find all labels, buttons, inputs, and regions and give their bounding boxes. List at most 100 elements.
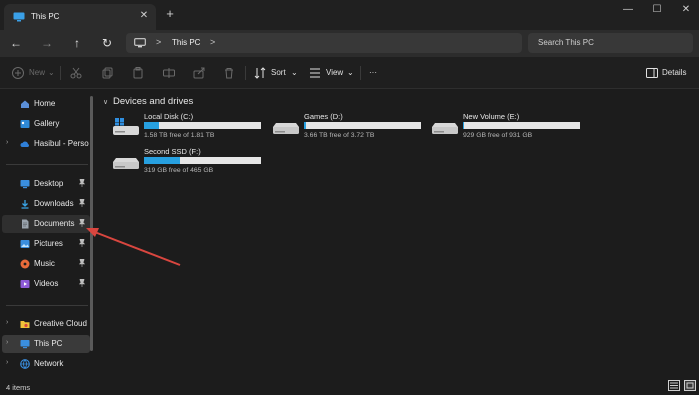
drive-free-space: 3.66 TB free of 3.72 TB [304,132,375,139]
chevron-right-icon[interactable]: › [6,139,8,146]
drive-item[interactable]: Local Disk (C:) 1.58 TB free of 1.81 TB [112,112,262,146]
share-icon[interactable] [192,66,206,80]
sidebar-item-creative-cloud[interactable]: › Creative Cloud Files [2,315,90,333]
tab-title: This PC [31,12,60,21]
view-icon [310,68,320,78]
sidebar-item-gallery[interactable]: Gallery [2,115,90,133]
pictures-icon [20,240,30,248]
new-button[interactable]: New [29,66,45,80]
section-title: Devices and drives [113,96,194,107]
refresh-button[interactable]: ↻ [99,35,115,51]
hard-drive-icon [432,123,458,134]
details-button[interactable]: Details [662,66,686,80]
drive-usage-bar [463,122,580,129]
sidebar-item-label: Hasibul - Personal [34,139,89,148]
drive-name: New Volume (E:) [463,112,520,121]
drive-free-space: 319 GB free of 465 GB [144,167,214,174]
pin-icon[interactable] [79,219,85,227]
search-box[interactable]: Search This PC [528,33,693,53]
divider [60,66,61,80]
drive-usage-fill [144,122,160,129]
drive-name: Second SSD (F:) [144,147,201,156]
item-count: 4 items [6,383,31,392]
divider [6,305,88,306]
large-icons-view-icon[interactable] [684,380,696,391]
sidebar-item-this-pc[interactable]: › This PC [2,335,90,353]
delete-icon[interactable] [222,66,236,80]
pin-icon[interactable] [79,199,85,207]
back-button[interactable]: ← [8,35,24,51]
drive-item[interactable]: Games (D:) 3.66 TB free of 3.72 TB [272,112,422,146]
pin-icon[interactable] [79,279,85,287]
maximize-button[interactable]: ☐ [646,3,668,17]
title-bar: This PC ✕ + — ☐ ✕ [0,0,699,30]
sidebar-item-pictures[interactable]: Pictures [2,235,90,253]
copy-icon[interactable] [101,66,115,80]
creative-cloud-icon [20,321,30,328]
chevron-down-icon: ⌄ [291,68,298,77]
drive-usage-fill [304,122,307,129]
rename-icon[interactable] [162,66,176,80]
chevron-right-icon[interactable]: › [6,359,8,366]
hard-drive-icon [113,158,139,169]
cloud-icon [20,141,30,147]
more-options-button[interactable]: ··· [369,66,377,80]
breadcrumb-chevron[interactable]: > [156,37,161,47]
download-icon [21,200,29,209]
chevron-down-icon[interactable]: ∨ [103,98,108,106]
close-window-button[interactable]: ✕ [675,3,697,17]
view-button[interactable]: View [326,66,343,80]
status-bar: 4 items [0,376,699,395]
navigation-pane: Home Gallery › Hasibul - Personal Deskto… [0,90,93,376]
sidebar-item-label: Network [34,359,64,368]
sidebar-item-videos[interactable]: Videos [2,275,90,293]
pin-icon[interactable] [79,179,85,187]
drive-item[interactable]: Second SSD (F:) 319 GB free of 465 GB [112,147,262,181]
divider [360,66,361,80]
sort-button[interactable]: Sort [271,66,286,80]
sidebar-item-label: This PC [34,339,63,348]
sidebar-item-label: Creative Cloud Files [34,319,89,328]
drive-free-space: 929 GB free of 931 GB [463,132,533,139]
drive-usage-fill [463,122,465,129]
sidebar-item-label: Gallery [34,119,60,128]
sidebar-item-network[interactable]: › Network [2,355,90,373]
pc-icon [20,340,30,349]
chevron-right-icon[interactable]: › [6,339,8,346]
pin-icon[interactable] [79,239,85,247]
chevron-down-icon: ⌄ [48,68,55,77]
chevron-down-icon: ⌄ [347,68,354,77]
new-icon [12,67,24,79]
new-tab-button[interactable]: + [164,7,176,20]
address-bar[interactable]: > This PC > [126,33,522,53]
sidebar-item-desktop[interactable]: Desktop [2,175,90,193]
drive-free-space: 1.58 TB free of 1.81 TB [144,132,215,139]
minimize-button[interactable]: — [617,3,639,17]
tab-this-pc[interactable]: This PC ✕ [4,4,156,30]
drive-item[interactable]: New Volume (E:) 929 GB free of 931 GB [431,112,581,146]
up-button[interactable]: ↑ [69,35,85,51]
cut-icon[interactable] [69,66,83,80]
breadcrumb-this-pc[interactable]: This PC [172,38,200,47]
sidebar-item-label: Home [34,99,56,108]
sidebar-item-home[interactable]: Home [2,95,90,113]
breadcrumb-chevron[interactable]: > [210,37,215,47]
main-content: ∨ Devices and drives Local Disk (C:) 1.5… [96,90,699,376]
forward-button[interactable]: → [39,35,55,51]
address-bar-row: ← → ↑ ↻ > This PC > Search This PC [0,30,699,57]
tab-close-icon[interactable]: ✕ [138,10,150,22]
sidebar-item-documents[interactable]: Documents [2,215,90,233]
sidebar-item-downloads[interactable]: Downloads [2,195,90,213]
sidebar-item-music[interactable]: Music [2,255,90,273]
system-drive-icon [113,118,139,135]
details-view-icon[interactable] [668,380,680,391]
pc-icon [134,38,146,48]
sort-icon [254,67,266,79]
command-bar: New ⌄ Sort ⌄ View ⌄ ··· Details [0,57,699,89]
sidebar-item-onedrive[interactable]: › Hasibul - Personal [2,135,90,153]
home-icon [21,100,29,108]
chevron-right-icon[interactable]: › [6,319,8,326]
pin-icon[interactable] [79,259,85,267]
sidebar-scrollbar[interactable] [90,96,93,351]
paste-icon[interactable] [131,66,145,80]
